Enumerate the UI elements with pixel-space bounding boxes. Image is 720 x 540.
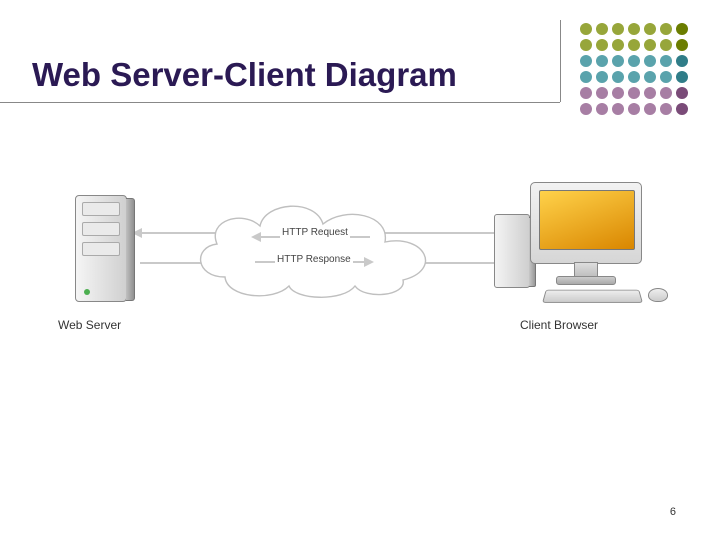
server-label: Web Server bbox=[58, 318, 121, 332]
title-vertical-rule bbox=[560, 20, 561, 102]
cloud-icon: HTTP Request HTTP Response bbox=[185, 192, 445, 300]
server-icon bbox=[75, 195, 135, 305]
diagram-area: Web Server HTTP Request HTTP Response Cl… bbox=[40, 180, 680, 380]
title-underline bbox=[0, 102, 560, 103]
decorative-dot-grid bbox=[580, 23, 690, 117]
slide-title: Web Server-Client Diagram bbox=[32, 56, 457, 94]
slide: Web Server-Client Diagram Web Server bbox=[0, 0, 720, 540]
client-label: Client Browser bbox=[520, 318, 598, 332]
page-number: 6 bbox=[670, 506, 676, 518]
response-label: HTTP Response bbox=[275, 254, 353, 265]
request-label: HTTP Request bbox=[280, 227, 350, 238]
client-computer-icon bbox=[508, 180, 678, 330]
